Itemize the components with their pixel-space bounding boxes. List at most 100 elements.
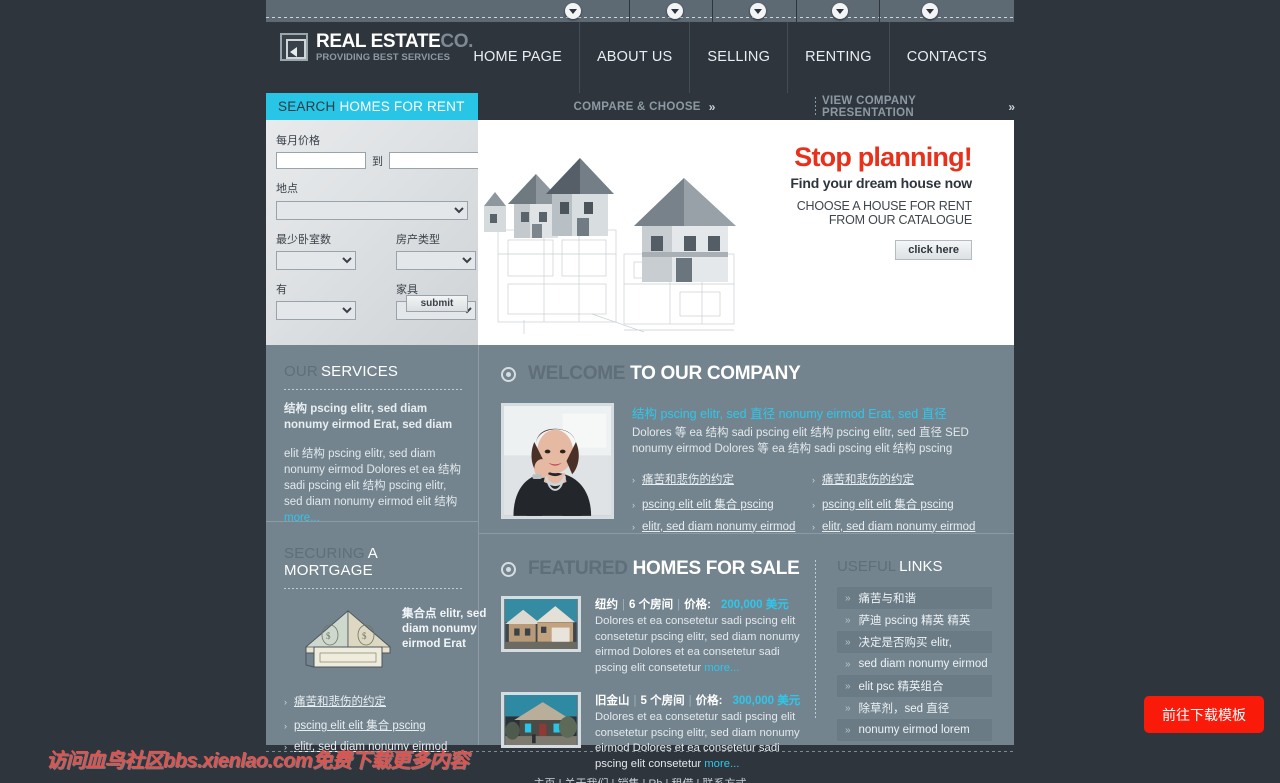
target-icon: [501, 561, 516, 577]
welcome-link[interactable]: 痛苦和悲伤的约定: [822, 471, 914, 487]
welcome-link[interactable]: pscing elit elit 集合 pscing: [642, 496, 774, 512]
listing-thumbnail[interactable]: [501, 596, 581, 652]
useful-link-label: 决定是否购买 elitr,: [858, 637, 952, 649]
listing-item[interactable]: 纽约 | 6 个房间 | 价格: 200,000 美元 Dolores et e…: [501, 596, 815, 676]
price-row: 每月价格 到: [276, 132, 479, 169]
list-item[interactable]: » 萨迪 pscing 精英 精英: [837, 609, 992, 631]
section-divider: [266, 521, 478, 522]
our-services-section: OUR SERVICES 结构 pscing elitr, sed diam no…: [266, 345, 478, 527]
watermark-text: 访问血鸟社区bbs.xienlao.com免费下载更多内容: [46, 750, 469, 772]
property-type-select[interactable]: [396, 250, 476, 270]
hero-headline: Stop planning!: [794, 142, 973, 172]
list-item[interactable]: › pscing elit elit 集合 pscing: [812, 496, 992, 512]
map-pin-icon[interactable]: [832, 3, 848, 19]
welcome-link[interactable]: pscing elit elit 集合 pscing: [822, 496, 954, 512]
listing-city: 纽约: [595, 599, 618, 611]
list-item[interactable]: › elitr, sed diam nonumy eirmod: [632, 521, 812, 533]
welcome-highlight: 结构 pscing elitr, sed 直径 nonumy eirmod Er…: [632, 407, 947, 421]
hero-click-here-button[interactable]: click here: [895, 239, 972, 260]
list-item[interactable]: » elit psc 精英组合: [836, 675, 992, 697]
nav-item-renting[interactable]: RENTING: [787, 22, 889, 93]
services-paragraph-text: elit 结构 pscing elitr, sed diam nonumy ei…: [284, 448, 462, 509]
map-pin-icon[interactable]: [667, 3, 683, 19]
search-title-suffix: HOMES FOR RENT: [339, 99, 465, 114]
location-select[interactable]: [276, 200, 468, 220]
welcome-link[interactable]: 痛苦和悲伤的约定: [642, 471, 734, 487]
search-submit-button[interactable]: submit: [406, 295, 468, 312]
list-item[interactable]: › 痛苦和悲伤的约定: [632, 471, 812, 487]
list-item[interactable]: » nonumy eirmod lorem: [836, 719, 992, 741]
list-item[interactable]: › 痛苦和悲伤的约定: [812, 471, 992, 487]
footer-navigation[interactable]: 主页 | 关于我们 | 销售 | Rb | 租借 | 联系方式: [0, 775, 1280, 783]
welcome-paragraph: Dolores 等 ea 结构 sadi pscing elit 结构 psci…: [632, 427, 969, 456]
bullet-icon: ›: [812, 474, 815, 485]
target-icon: [501, 366, 516, 382]
map-pin-icon[interactable]: [922, 3, 938, 19]
mortgage-figure-row: $ $ 集合点 elitr, sed diam nonumy eirmod Er…: [284, 601, 486, 683]
view-company-presentation-link[interactable]: VIEW COMPANY PRESENTATION »: [822, 94, 1015, 119]
securing-mortgage-section: SECURING A MORTGAGE $ $ 集合点 elitr, sed d…: [266, 527, 486, 761]
nav-item-selling[interactable]: SELLING: [689, 22, 787, 93]
svg-text:$: $: [326, 631, 331, 641]
services-heading-suffix: SERVICES: [320, 363, 399, 380]
search-form: 每月价格 到 地点 最少卧室数 房产类型 有 家具 submit: [266, 120, 479, 345]
chevron-right-icon: »: [1008, 99, 1014, 114]
nav-item-home-page[interactable]: HOME PAGE: [456, 22, 579, 93]
useful-link-label: sed diam nonumy eirmod: [858, 658, 988, 670]
list-item[interactable]: › 痛苦和悲伤的约定: [284, 693, 462, 709]
bullet-icon: ›: [284, 721, 287, 731]
nav-item-about-us[interactable]: ABOUT US: [578, 22, 689, 93]
list-item[interactable]: › pscing elit elit 集合 pscing: [284, 717, 462, 733]
price-min-input[interactable]: [276, 152, 366, 169]
useful-link-label: elit psc 精英组合: [858, 681, 944, 693]
welcome-heading-prefix: WELCOME: [528, 363, 626, 384]
section-divider: [479, 533, 1014, 534]
useful-links-heading-prefix: USEFUL: [836, 558, 897, 575]
featured-heading: FEATURED HOMES FOR SALE: [501, 558, 815, 580]
hero-banner: Stop planning! Find your dream house now…: [478, 120, 1014, 345]
welcome-photo: [501, 403, 614, 519]
bedrooms-select[interactable]: [276, 250, 356, 270]
welcome-link[interactable]: elitr, sed diam nonumy eirmod: [822, 521, 975, 533]
list-item[interactable]: › pscing elit elit 集合 pscing: [632, 496, 812, 512]
listing-description: Dolores et ea consetetur sadi pscing eli…: [595, 614, 815, 676]
separator: |: [677, 599, 681, 611]
featured-and-links-row: FEATURED HOMES FOR SALE 纽约 | 6 个房间 | 价格:…: [479, 540, 1014, 773]
mortgage-link[interactable]: 痛苦和悲伤的约定: [294, 693, 386, 709]
list-item[interactable]: » 除草剂，sed 直径: [837, 697, 992, 719]
building-logo-icon: [280, 33, 308, 62]
listing-header: 旧金山 | 5 个房间 | 价格: 300,000 美元: [595, 692, 815, 708]
bullet-icon: ›: [632, 499, 635, 510]
listing-more-link[interactable]: more...: [704, 662, 739, 674]
compare-and-choose-link[interactable]: COMPARE & CHOOSE »: [574, 99, 716, 114]
presentation-label: VIEW COMPANY PRESENTATION: [822, 94, 916, 119]
download-template-button[interactable]: 前往下载模板: [1144, 696, 1264, 733]
has-select[interactable]: [276, 300, 356, 320]
welcome-heading: WELCOME TO OUR COMPANY: [501, 363, 992, 385]
chevron-right-icon: »: [844, 658, 850, 670]
listing-thumbnail[interactable]: [501, 692, 581, 749]
featured-heading-suffix: HOMES FOR SALE: [632, 558, 800, 579]
featured-homes-section: FEATURED HOMES FOR SALE 纽约 | 6 个房间 | 价格:…: [501, 558, 815, 773]
vertical-dotted-divider: [814, 560, 816, 720]
map-pin-icon[interactable]: [565, 3, 581, 19]
logo[interactable]: REAL ESTATECO. PROVIDING BEST SERVICES: [280, 32, 473, 63]
separator: |: [688, 695, 692, 708]
mortgage-link[interactable]: pscing elit elit 集合 pscing: [294, 717, 426, 733]
list-item[interactable]: » 痛苦与和谐: [836, 587, 992, 609]
top-pin-strip: [266, 0, 1014, 22]
useful-link-label: 除草剂，sed 直径: [858, 703, 950, 715]
welcome-links: › 痛苦和悲伤的约定 › pscing elit elit 集合 pscing › e…: [632, 471, 992, 542]
list-item[interactable]: » 决定是否购买 elitr,: [836, 631, 992, 653]
services-paragraph: elit 结构 pscing elitr, sed diam nonumy ei…: [284, 446, 462, 526]
logo-title: REAL ESTATECO.: [316, 32, 473, 51]
map-pin-icon[interactable]: [750, 3, 766, 19]
services-more-link[interactable]: more...: [284, 512, 320, 524]
price-max-input[interactable]: [389, 152, 479, 169]
welcome-link[interactable]: elitr, sed diam nonumy eirmod: [642, 521, 795, 533]
list-item[interactable]: » sed diam nonumy eirmod: [837, 653, 992, 675]
chevron-right-icon: »: [844, 680, 850, 692]
list-item[interactable]: › elitr, sed diam nonumy eirmod: [812, 521, 992, 533]
nav-item-contacts[interactable]: CONTACTS: [888, 22, 1004, 93]
chevron-right-icon: »: [708, 99, 715, 114]
